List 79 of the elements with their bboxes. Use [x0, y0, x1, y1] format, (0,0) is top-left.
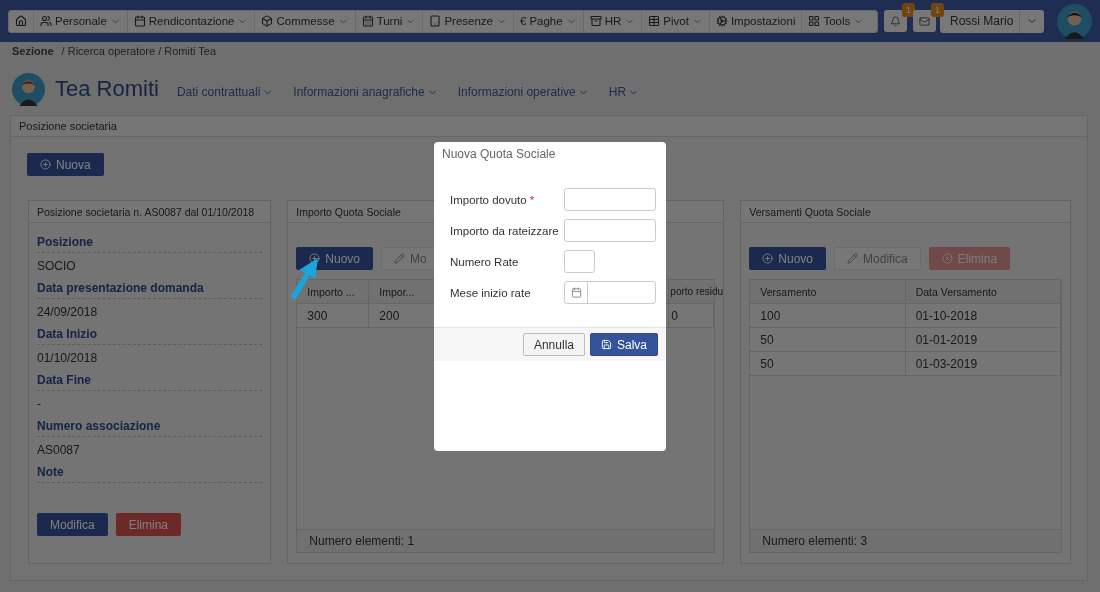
table-cell: 50 — [750, 328, 906, 351]
field-label: Mese inizio rate — [450, 286, 532, 299]
item-count: Numero elementi: 3 — [750, 529, 1061, 552]
field-label: Importo da rateizzare — [450, 224, 560, 237]
input-field[interactable] — [564, 188, 656, 211]
table-cell: 300 — [297, 304, 370, 327]
plus-circle-icon — [40, 159, 51, 170]
bell-icon — [890, 15, 901, 27]
toolbar-button[interactable]: Modifica — [37, 513, 108, 536]
item-count: Numero elementi: 1 — [297, 529, 715, 552]
menu-icon — [648, 15, 661, 27]
menu-icon — [715, 15, 728, 27]
column-header[interactable]: Data Versamento — [905, 280, 1061, 303]
count-badge: 1 — [931, 3, 944, 17]
nav-menu-item[interactable]: Commesse — [255, 10, 356, 32]
avatar[interactable] — [1057, 3, 1092, 39]
field-value: 01/10/2018 — [37, 350, 99, 367]
toolbar-button[interactable]: Nuovo — [749, 247, 827, 270]
input-field[interactable] — [564, 219, 656, 242]
field-label: Note — [37, 461, 263, 483]
avatar[interactable] — [12, 72, 45, 106]
plus-circle-icon — [309, 253, 321, 264]
nav-menu-item[interactable]: Tools — [802, 10, 877, 32]
column-header[interactable]: porto residu — [669, 280, 725, 303]
save-icon — [600, 339, 612, 350]
toolbar-button[interactable]: Nuovo — [296, 247, 374, 270]
nav-menu-item[interactable]: € Paghe — [514, 10, 584, 32]
nav-menu-item[interactable]: Pivot — [642, 10, 710, 32]
mail-icon — [919, 15, 930, 27]
field-label: Posizione — [37, 231, 263, 253]
nav-menu-item[interactable]: HR — [583, 10, 643, 32]
menu-icon — [261, 15, 274, 27]
plus-circle-icon — [762, 253, 774, 264]
table-cell: 01-03-2019 — [905, 352, 1061, 375]
toolbar-button[interactable]: Elimina — [115, 513, 182, 536]
menu-icon — [15, 15, 27, 27]
field-value: 24/09/2018 — [37, 304, 99, 321]
table-cell: 01-01-2019 — [905, 328, 1061, 351]
menu-icon — [361, 15, 374, 27]
field-label: Data presentazione domanda — [37, 277, 263, 299]
nav-menu-item[interactable]: Personale — [34, 10, 128, 32]
table-cell: 50 — [750, 352, 906, 375]
breadcrumb-section[interactable]: Sezione — [12, 45, 54, 57]
menu-icon — [429, 15, 442, 27]
nav-menu-item[interactable]: Presenze — [423, 10, 514, 32]
menu-icon — [40, 15, 52, 27]
dialog-title: Nuova Quota Sociale — [441, 146, 557, 163]
nav-menu-item[interactable]: Impostazioni — [709, 10, 803, 32]
input-field[interactable] — [564, 250, 595, 273]
table-cell: 0 — [669, 304, 715, 327]
menu-icon — [808, 15, 821, 27]
dialog-button[interactable]: Annulla — [522, 333, 585, 356]
user-menu-button[interactable]: Rossi Mario — [940, 9, 1044, 33]
field-label: Data Inizio — [37, 323, 263, 345]
profile-menu[interactable]: HR — [608, 85, 640, 99]
new-button[interactable]: Nuova — [27, 153, 104, 176]
notifications-button[interactable] — [884, 10, 907, 32]
menu-icon — [133, 15, 146, 27]
field-label: Data Fine — [37, 369, 263, 391]
operator-name: Tea Romiti — [55, 76, 159, 102]
nav-menu-item[interactable]: Turni — [355, 10, 424, 32]
column-header[interactable]: Versamento — [750, 280, 906, 303]
breadcrumb-path: / Ricerca operatore / Romiti Tea — [61, 45, 217, 57]
table-cell: 100 — [750, 304, 906, 327]
field-value: SOCIO — [37, 258, 77, 275]
profile-menu[interactable]: Informazioni anagrafiche — [293, 85, 438, 99]
field-value: AS0087 — [37, 442, 81, 459]
field-label: Numero associazione — [37, 415, 263, 437]
profile-menu[interactable]: Informazioni operative — [457, 85, 589, 99]
profile-menu[interactable]: Dati contrattuali — [176, 85, 274, 99]
dialog-button[interactable]: Salva — [589, 333, 658, 356]
table-cell: 01-10-2018 — [905, 304, 1061, 327]
calendar-icon — [570, 287, 582, 298]
menu-icon — [589, 15, 602, 27]
field-label: Numero Rate — [450, 255, 520, 268]
field-value: - — [37, 396, 42, 413]
date-field[interactable] — [564, 281, 656, 304]
messages-button[interactable] — [913, 10, 936, 32]
nav-menu-item[interactable]: Rendicontazione — [127, 10, 256, 32]
